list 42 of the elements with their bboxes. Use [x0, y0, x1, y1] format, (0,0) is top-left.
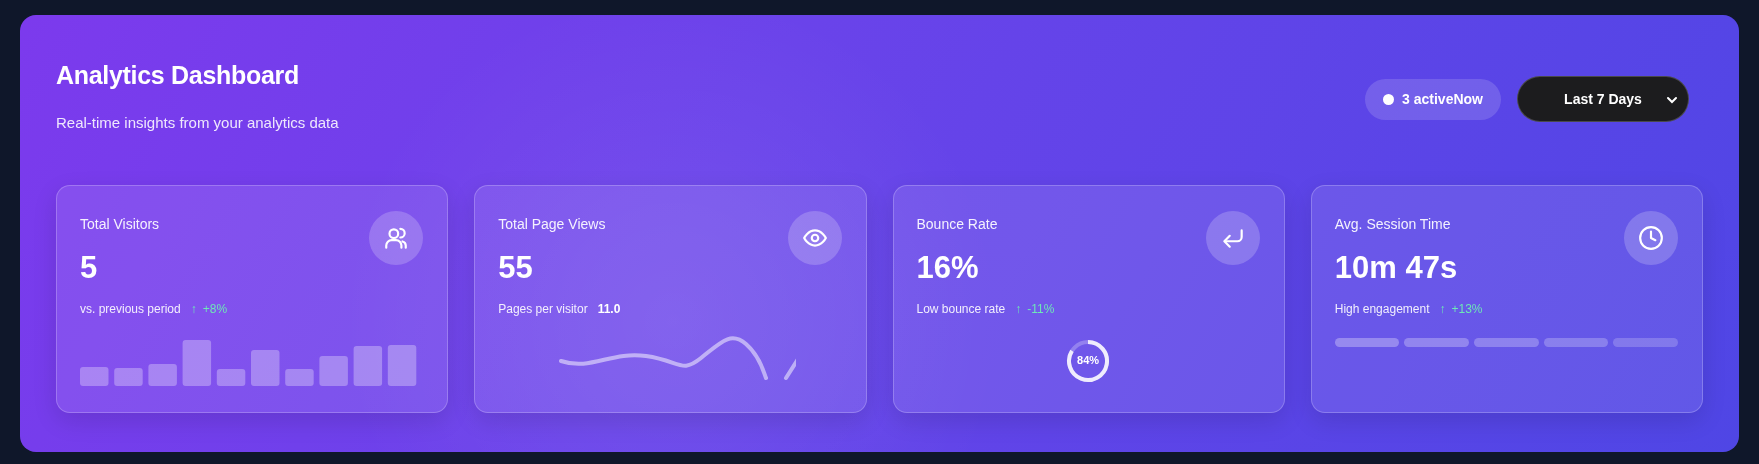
date-range-dropdown[interactable]: Last 7 Days: [1517, 76, 1689, 122]
engagement-segment: [1474, 337, 1539, 347]
card-value: 5: [80, 248, 99, 286]
sparkline-bar: [285, 368, 314, 386]
active-users-label: 3 activeNow: [1402, 89, 1483, 109]
card-note: Pages per visitor: [498, 300, 588, 318]
sparkline-bar: [80, 366, 109, 386]
card-title: Avg. Session Time: [1334, 214, 1452, 234]
card-detail: 11.0: [597, 300, 621, 318]
sparkline-bar: [114, 367, 143, 386]
dashboard-subtitle: Real-time insights from your analytics data: [56, 113, 339, 133]
sparkline-bar: [353, 345, 383, 386]
engagement-segment: [1404, 337, 1470, 347]
trend-change: +8%: [202, 300, 228, 318]
card-note: Low bounce rate: [916, 300, 1006, 318]
engagement-segment: [1543, 337, 1609, 347]
card-title: Total Page Views: [498, 214, 607, 234]
trend-arrow: ↑: [190, 300, 197, 318]
card-title: Bounce Rate: [916, 214, 999, 234]
dashboard-title: Analytics Dashboard: [56, 60, 300, 90]
card-value: 10m 47s: [1334, 248, 1459, 286]
card-note: vs. previous period: [80, 300, 181, 318]
sparkline-bar: [387, 344, 417, 386]
trend-change: +13%: [1451, 300, 1483, 318]
sparkline-bar: [251, 349, 280, 386]
engagement-segment: [1334, 337, 1400, 347]
clock-icon: [1638, 224, 1664, 251]
ring-label: 84%: [1077, 353, 1100, 369]
status-dot: [1383, 93, 1395, 105]
sparkline-bar: [182, 339, 212, 386]
sparkline-bar: [148, 363, 177, 386]
engagement-segment: [1613, 337, 1679, 347]
card-value: 55: [498, 248, 534, 286]
chevron-down-icon: [1666, 94, 1678, 106]
trend-arrow: ↑: [1015, 300, 1022, 318]
sparkline-bar: [216, 368, 246, 386]
trend-arrow: ↑: [1439, 300, 1446, 318]
card-title: Total Visitors: [80, 214, 161, 234]
sparkline-bar: [319, 355, 348, 386]
card-note: High engagement: [1334, 300, 1430, 318]
trend-change: -11%: [1027, 300, 1055, 318]
card-value: 16%: [916, 248, 980, 286]
